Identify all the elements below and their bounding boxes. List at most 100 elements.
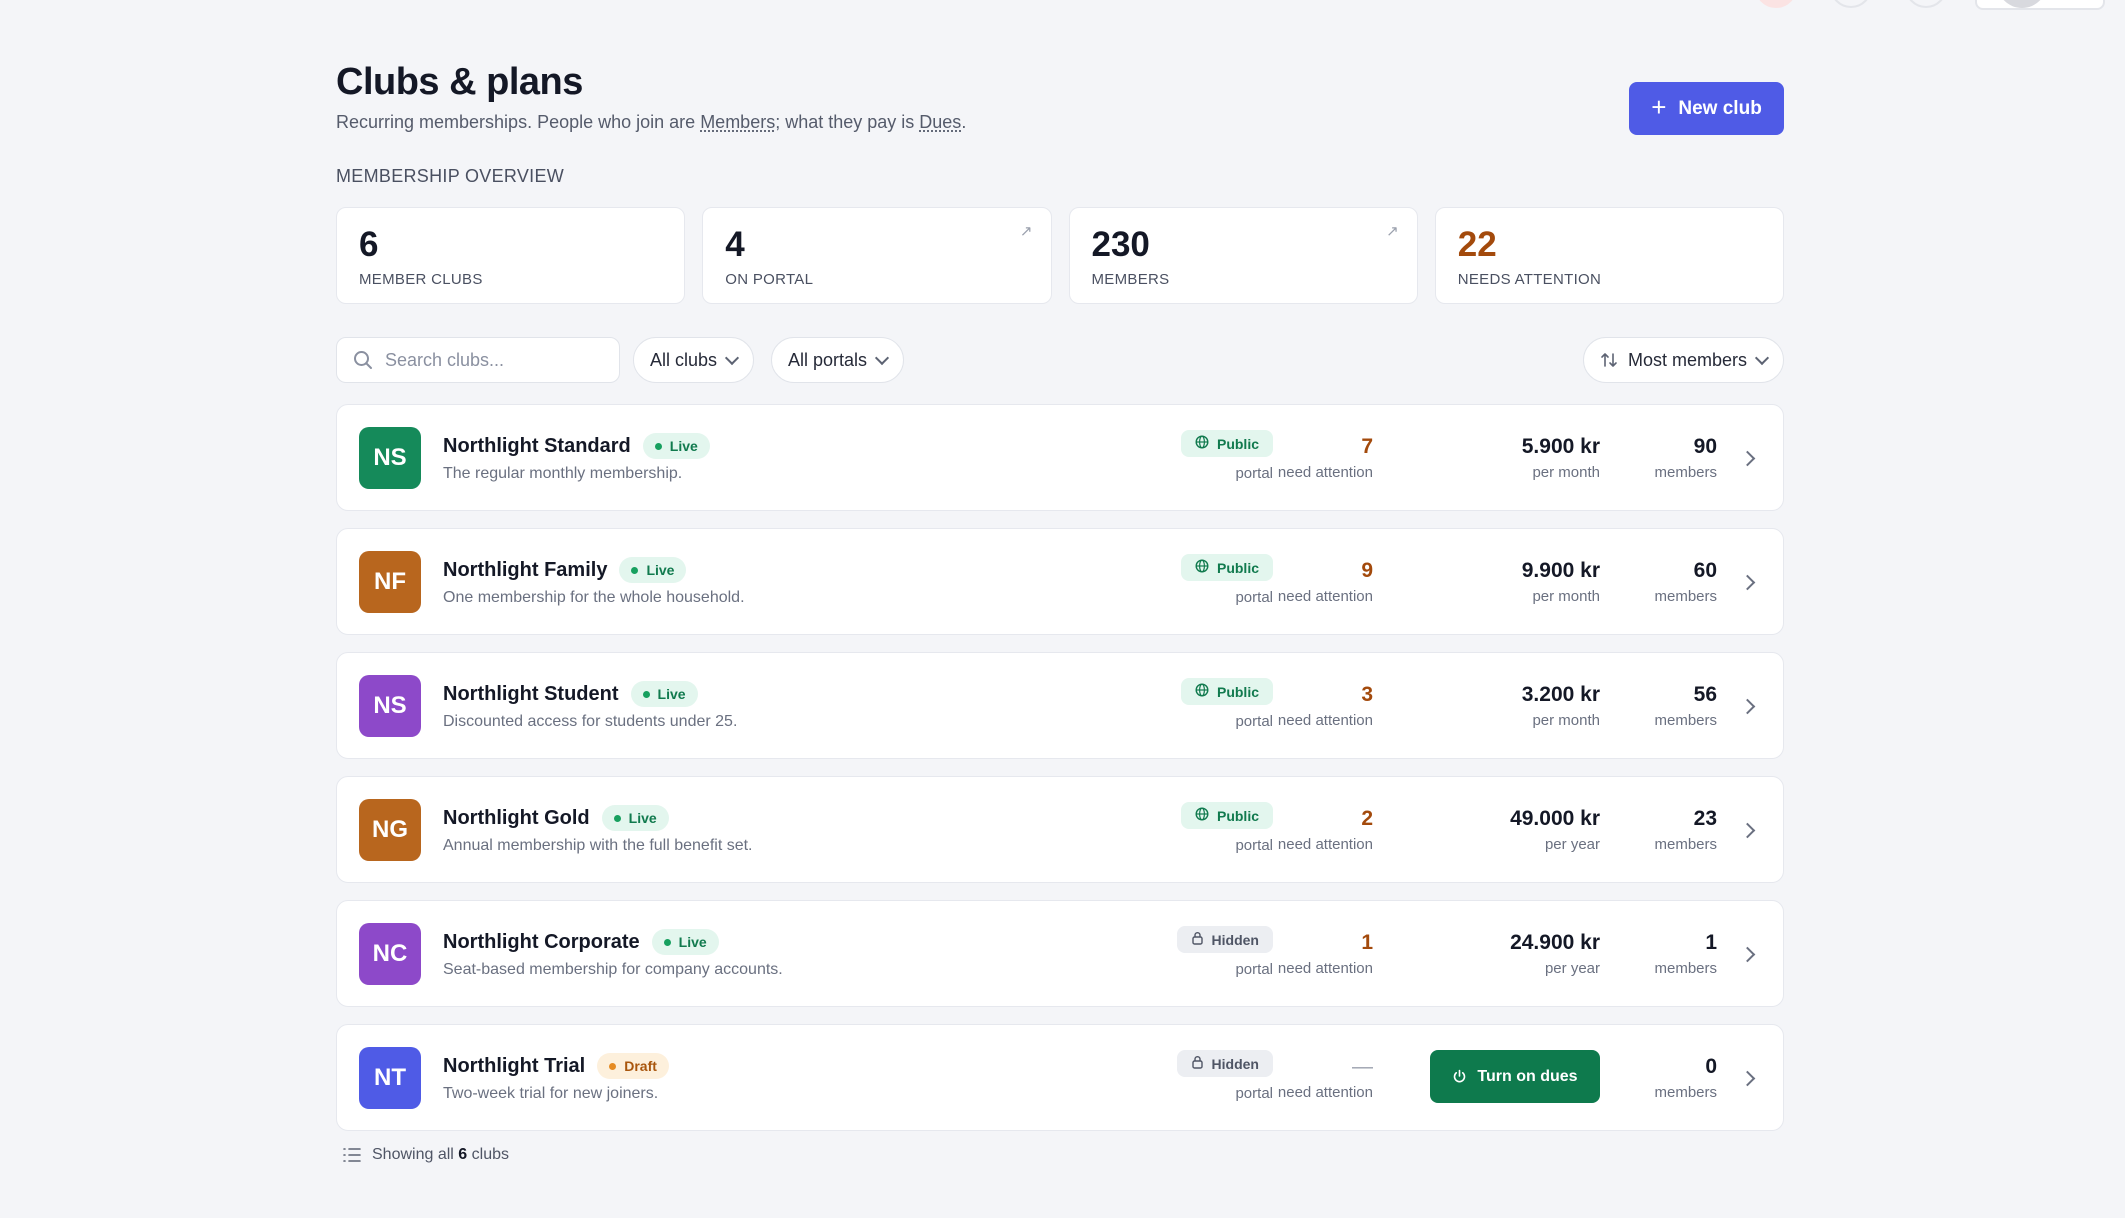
status-badge: Live: [651, 929, 719, 955]
status-label: Live: [628, 810, 657, 826]
members-label: members: [1654, 588, 1717, 605]
page-subtitle: Recurring memberships. People who join a…: [336, 112, 1784, 133]
stat-label: ON PORTAL: [725, 271, 814, 288]
subtitle-text: Recurring memberships. People who join a…: [336, 112, 701, 132]
stat-members[interactable]: ↗ 230 MEMBERS: [1068, 207, 1418, 304]
footer-prefix: Showing all: [372, 1146, 459, 1163]
status-badge: Live: [642, 433, 710, 459]
term-members[interactable]: Members: [700, 112, 775, 132]
filter-clubs-dropdown[interactable]: All clubs: [633, 337, 755, 383]
chevron-right-icon[interactable]: [1739, 450, 1756, 467]
portal-visibility: Public portal: [1133, 802, 1273, 854]
subtitle-text: .: [961, 112, 967, 132]
stat-value: 4: [725, 225, 745, 264]
member-count: 60 members: [1617, 559, 1717, 605]
page-title: Clubs & plans: [336, 61, 583, 103]
filter-portals-dropdown[interactable]: All portals: [771, 337, 905, 383]
portal-visibility: Hidden portal: [1133, 1050, 1273, 1102]
portal-visibility: Public portal: [1133, 554, 1273, 606]
new-club-button[interactable]: + New club: [1629, 82, 1784, 135]
portal-label: Hidden: [1211, 1055, 1259, 1072]
sort-label: Most members: [1627, 349, 1747, 370]
portal-sublabel: portal: [1235, 1085, 1273, 1102]
sort-dropdown[interactable]: Most members: [1582, 337, 1784, 383]
term-dues[interactable]: Dues: [919, 112, 961, 132]
attention-count: 2 need attention: [1253, 807, 1373, 853]
list-icon: [343, 1148, 361, 1162]
club-description: Discounted access for students under 25.: [443, 713, 738, 730]
club-description: Two-week trial for new joiners.: [443, 1085, 659, 1102]
club-description: Seat-based membership for company accoun…: [443, 961, 783, 978]
page-header: Clubs & plans Recurring memberships. Peo…: [336, 60, 1784, 150]
club-name-line: Northlight Trial Draft: [443, 1053, 669, 1079]
status-label: Live: [678, 934, 707, 950]
members-value: 23: [1693, 807, 1717, 830]
club-price: 5.900 kr per month: [1420, 435, 1600, 481]
footer-text: Showing all 6 clubs: [372, 1146, 509, 1164]
search-icon: [354, 351, 372, 369]
club-row[interactable]: NF Northlight Family Live One membership…: [336, 528, 1784, 635]
footer-suffix: clubs: [467, 1146, 509, 1163]
profile-menu[interactable]: [1975, 0, 2105, 10]
price-value: 3.200 kr: [1521, 683, 1600, 706]
club-name: Northlight Corporate: [443, 930, 640, 953]
globe-icon: [1195, 435, 1209, 452]
club-name: Northlight Trial: [443, 1054, 586, 1077]
club-name-line: Northlight Standard Live: [443, 433, 710, 459]
chevron-right-icon[interactable]: [1739, 946, 1756, 963]
stat-label: MEMBERS: [1091, 271, 1170, 288]
avatar: [1997, 0, 2047, 8]
members-label: members: [1654, 464, 1717, 481]
attention-count: 7 need attention: [1253, 435, 1373, 481]
club-avatar: NG: [359, 799, 421, 861]
turn-on-dues-label: Turn on dues: [1477, 1067, 1578, 1085]
status-dot-icon: [631, 566, 639, 574]
club-row[interactable]: NG Northlight Gold Live Annual membershi…: [336, 776, 1784, 883]
search-input[interactable]: [385, 349, 595, 371]
chevron-right-icon[interactable]: [1739, 1070, 1756, 1087]
attention-label: need attention: [1277, 712, 1373, 729]
stat-on-portal[interactable]: ↗ 4 ON PORTAL: [702, 207, 1052, 304]
globe-icon: [1195, 559, 1209, 576]
globe-icon: [1195, 807, 1209, 824]
globe-icon: [1195, 683, 1209, 700]
chevron-down-icon: [724, 350, 740, 365]
power-icon: [1452, 1069, 1467, 1084]
turn-on-dues-button[interactable]: Turn on dues: [1430, 1050, 1600, 1103]
stat-member-clubs: 6 MEMBER CLUBS: [336, 207, 686, 304]
club-name-line: Northlight Gold Live: [443, 805, 669, 831]
status-badge: Live: [619, 557, 687, 583]
members-value: 60: [1693, 559, 1717, 582]
members-label: members: [1654, 1084, 1717, 1101]
top-bar: [0, 0, 2125, 10]
portal-sublabel: portal: [1235, 465, 1273, 482]
portal-sublabel: portal: [1235, 713, 1273, 730]
club-price: 3.200 kr per month: [1420, 683, 1600, 729]
settings-icon[interactable]: [1905, 0, 1947, 8]
price-period: per month: [1532, 712, 1600, 729]
attention-value: 7: [1361, 435, 1373, 458]
status-badge: Live: [630, 681, 698, 707]
chevron-right-icon[interactable]: [1739, 822, 1756, 839]
club-row[interactable]: NT Northlight Trial Draft Two-week trial…: [336, 1024, 1784, 1131]
chevron-right-icon[interactable]: [1739, 698, 1756, 715]
portal-sublabel: portal: [1235, 961, 1273, 978]
help-icon[interactable]: [1830, 0, 1872, 8]
club-row[interactable]: NS Northlight Student Live Discounted ac…: [336, 652, 1784, 759]
members-label: members: [1654, 960, 1717, 977]
price-period: per year: [1544, 960, 1600, 977]
price-period: per year: [1544, 836, 1600, 853]
attention-count: — need attention: [1253, 1055, 1373, 1101]
status-dot-icon: [609, 1062, 617, 1070]
member-count: 1 members: [1617, 931, 1717, 977]
club-avatar: NT: [359, 1047, 421, 1109]
stat-value: 6: [359, 225, 379, 264]
stat-value: 22: [1457, 225, 1497, 264]
lock-icon: [1191, 931, 1204, 948]
chevron-right-icon[interactable]: [1739, 574, 1756, 591]
club-row[interactable]: NC Northlight Corporate Live Seat-based …: [336, 900, 1784, 1007]
club-row[interactable]: NS Northlight Standard Live The regular …: [336, 404, 1784, 511]
portal-visibility: Public portal: [1133, 430, 1273, 482]
notification-dot-icon[interactable]: [1755, 0, 1797, 8]
status-label: Live: [646, 562, 675, 578]
